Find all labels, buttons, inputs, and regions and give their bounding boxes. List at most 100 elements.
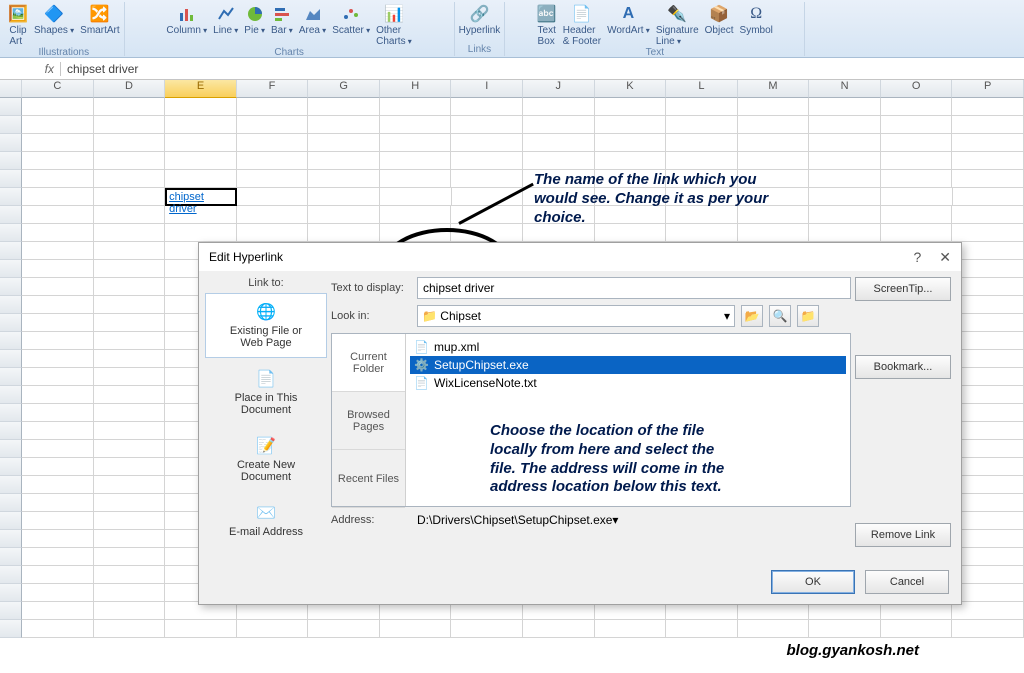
column-headers: C D E F G H I J K L M N O P <box>0 80 1024 98</box>
col-D[interactable]: D <box>94 80 166 98</box>
btn-object[interactable]: 📦Object <box>705 4 734 47</box>
chevron-down-icon: ▾ <box>724 309 730 323</box>
signature-icon: ✒️ <box>667 4 687 24</box>
look-in-combo[interactable]: 📁 Chipset▾ <box>417 305 735 327</box>
btn-clipart[interactable]: 🖼️Clip Art <box>8 4 28 47</box>
close-button[interactable]: ✕ <box>939 249 951 266</box>
ok-button[interactable]: OK <box>771 570 855 594</box>
btn-scatter[interactable]: Scatter <box>332 4 370 47</box>
new-doc-icon: 📝 <box>256 436 276 456</box>
btn-textbox[interactable]: 🔤Text Box <box>537 4 557 47</box>
col-E[interactable]: E <box>165 80 237 98</box>
chevron-down-icon: ▾ <box>612 513 618 527</box>
btn-shapes[interactable]: 🔷Shapes <box>34 4 74 47</box>
select-all-corner[interactable] <box>0 80 22 98</box>
web-search-icon: 🔍 <box>773 309 788 323</box>
link-to-panel: Link to: 🌐Existing File or Web Page 📄Pla… <box>205 277 327 547</box>
txt-file-icon: 📄 <box>414 376 428 390</box>
column-chart-icon <box>177 4 197 24</box>
tab-current-folder[interactable]: Current Folder <box>332 334 405 392</box>
xml-file-icon: 📄 <box>414 340 428 354</box>
look-in-label: Look in: <box>331 310 411 322</box>
group-label: Text <box>646 47 664 59</box>
screentip-button[interactable]: ScreenTip... <box>855 277 951 301</box>
col-P[interactable]: P <box>952 80 1024 98</box>
address-input[interactable]: D:\Drivers\Chipset\SetupChipset.exe▾ <box>417 513 851 527</box>
col-N[interactable]: N <box>809 80 881 98</box>
text-to-display-input[interactable] <box>417 277 851 299</box>
ribbon: 🖼️Clip Art 🔷Shapes 🔀SmartArt Illustratio… <box>0 0 1024 58</box>
exe-file-icon: ⚙️ <box>414 358 428 372</box>
wordart-icon: A <box>618 4 638 24</box>
btn-wordart[interactable]: AWordArt <box>607 4 650 47</box>
text-to-display-label: Text to display: <box>331 282 411 294</box>
btn-other-charts[interactable]: 📊Other Charts <box>376 4 412 47</box>
btn-line[interactable]: Line <box>213 4 238 47</box>
header-footer-icon: 📄 <box>572 4 592 24</box>
btn-pie[interactable]: Pie <box>244 4 265 47</box>
textbox-icon: 🔤 <box>537 4 557 24</box>
btn-area[interactable]: Area <box>299 4 326 47</box>
btn-column[interactable]: Column <box>166 4 207 47</box>
hyperlink-cell[interactable]: chipset driver <box>165 188 237 206</box>
document-place-icon: 📄 <box>256 369 276 389</box>
col-G[interactable]: G <box>308 80 380 98</box>
ribbon-group-illustrations: 🖼️Clip Art 🔷Shapes 🔀SmartArt Illustratio… <box>4 2 125 56</box>
group-label: Charts <box>274 47 303 59</box>
opt-place-in-doc[interactable]: 📄Place in This Document <box>205 360 327 425</box>
col-J[interactable]: J <box>523 80 595 98</box>
opt-existing-file[interactable]: 🌐Existing File or Web Page <box>205 293 327 358</box>
btn-signature[interactable]: ✒️Signature Line <box>656 4 699 47</box>
annotation-file-location: Choose the location of the file locally … <box>490 422 742 497</box>
col-F[interactable]: F <box>237 80 309 98</box>
col-H[interactable]: H <box>380 80 452 98</box>
up-folder-button[interactable]: 📂 <box>741 305 763 327</box>
btn-hyperlink[interactable]: 🔗Hyperlink <box>459 4 501 36</box>
cancel-button[interactable]: Cancel <box>865 570 949 594</box>
bookmark-button[interactable]: Bookmark... <box>855 355 951 379</box>
area-chart-icon <box>303 4 323 24</box>
up-folder-icon: 📂 <box>745 309 760 323</box>
link-to-label: Link to: <box>205 277 327 289</box>
fx-label: fx <box>0 62 60 76</box>
smartart-icon: 🔀 <box>90 4 110 24</box>
col-O[interactable]: O <box>881 80 953 98</box>
dialog-titlebar: Edit Hyperlink ? ✕ <box>199 243 961 271</box>
bar-chart-icon <box>272 4 292 24</box>
address-label: Address: <box>331 514 411 526</box>
line-chart-icon <box>216 4 236 24</box>
opt-email[interactable]: ✉️E-mail Address <box>205 494 327 547</box>
shapes-icon: 🔷 <box>44 4 64 24</box>
file-item-selected[interactable]: ⚙️SetupChipset.exe <box>410 356 846 374</box>
ribbon-group-charts: Column Line Pie Bar Area Scatter 📊Other … <box>125 2 455 56</box>
formula-value[interactable]: chipset driver <box>60 62 1024 76</box>
col-K[interactable]: K <box>595 80 667 98</box>
col-I[interactable]: I <box>451 80 523 98</box>
col-L[interactable]: L <box>666 80 738 98</box>
ribbon-group-links: 🔗Hyperlink Links <box>455 2 506 56</box>
help-button[interactable]: ? <box>913 249 921 266</box>
ribbon-group-text: 🔤Text Box 📄Header & Footer AWordArt ✒️Si… <box>505 2 805 56</box>
annotation-display-name: The name of the link which you would see… <box>534 171 794 227</box>
btn-symbol[interactable]: ΩSymbol <box>740 4 773 47</box>
tab-recent-files[interactable]: Recent Files <box>332 450 405 508</box>
btn-header-footer[interactable]: 📄Header & Footer <box>563 4 601 47</box>
file-item[interactable]: 📄mup.xml <box>410 338 846 356</box>
col-M[interactable]: M <box>738 80 810 98</box>
tab-browsed-pages[interactable]: Browsed Pages <box>332 392 405 450</box>
browse-file-button[interactable]: 📁 <box>797 305 819 327</box>
remove-link-button[interactable]: Remove Link <box>855 523 951 547</box>
globe-file-icon: 🌐 <box>256 302 276 322</box>
pie-chart-icon <box>245 4 265 24</box>
btn-smartart[interactable]: 🔀SmartArt <box>80 4 119 47</box>
open-folder-icon: 📁 <box>801 309 816 323</box>
opt-create-new[interactable]: 📝Create New Document <box>205 427 327 492</box>
col-C[interactable]: C <box>22 80 94 98</box>
object-icon: 📦 <box>709 4 729 24</box>
other-charts-icon: 📊 <box>384 4 404 24</box>
hyperlink-icon: 🔗 <box>469 4 489 24</box>
browse-web-button[interactable]: 🔍 <box>769 305 791 327</box>
group-label: Illustrations <box>39 47 90 59</box>
btn-bar[interactable]: Bar <box>271 4 293 47</box>
file-item[interactable]: 📄WixLicenseNote.txt <box>410 374 846 392</box>
